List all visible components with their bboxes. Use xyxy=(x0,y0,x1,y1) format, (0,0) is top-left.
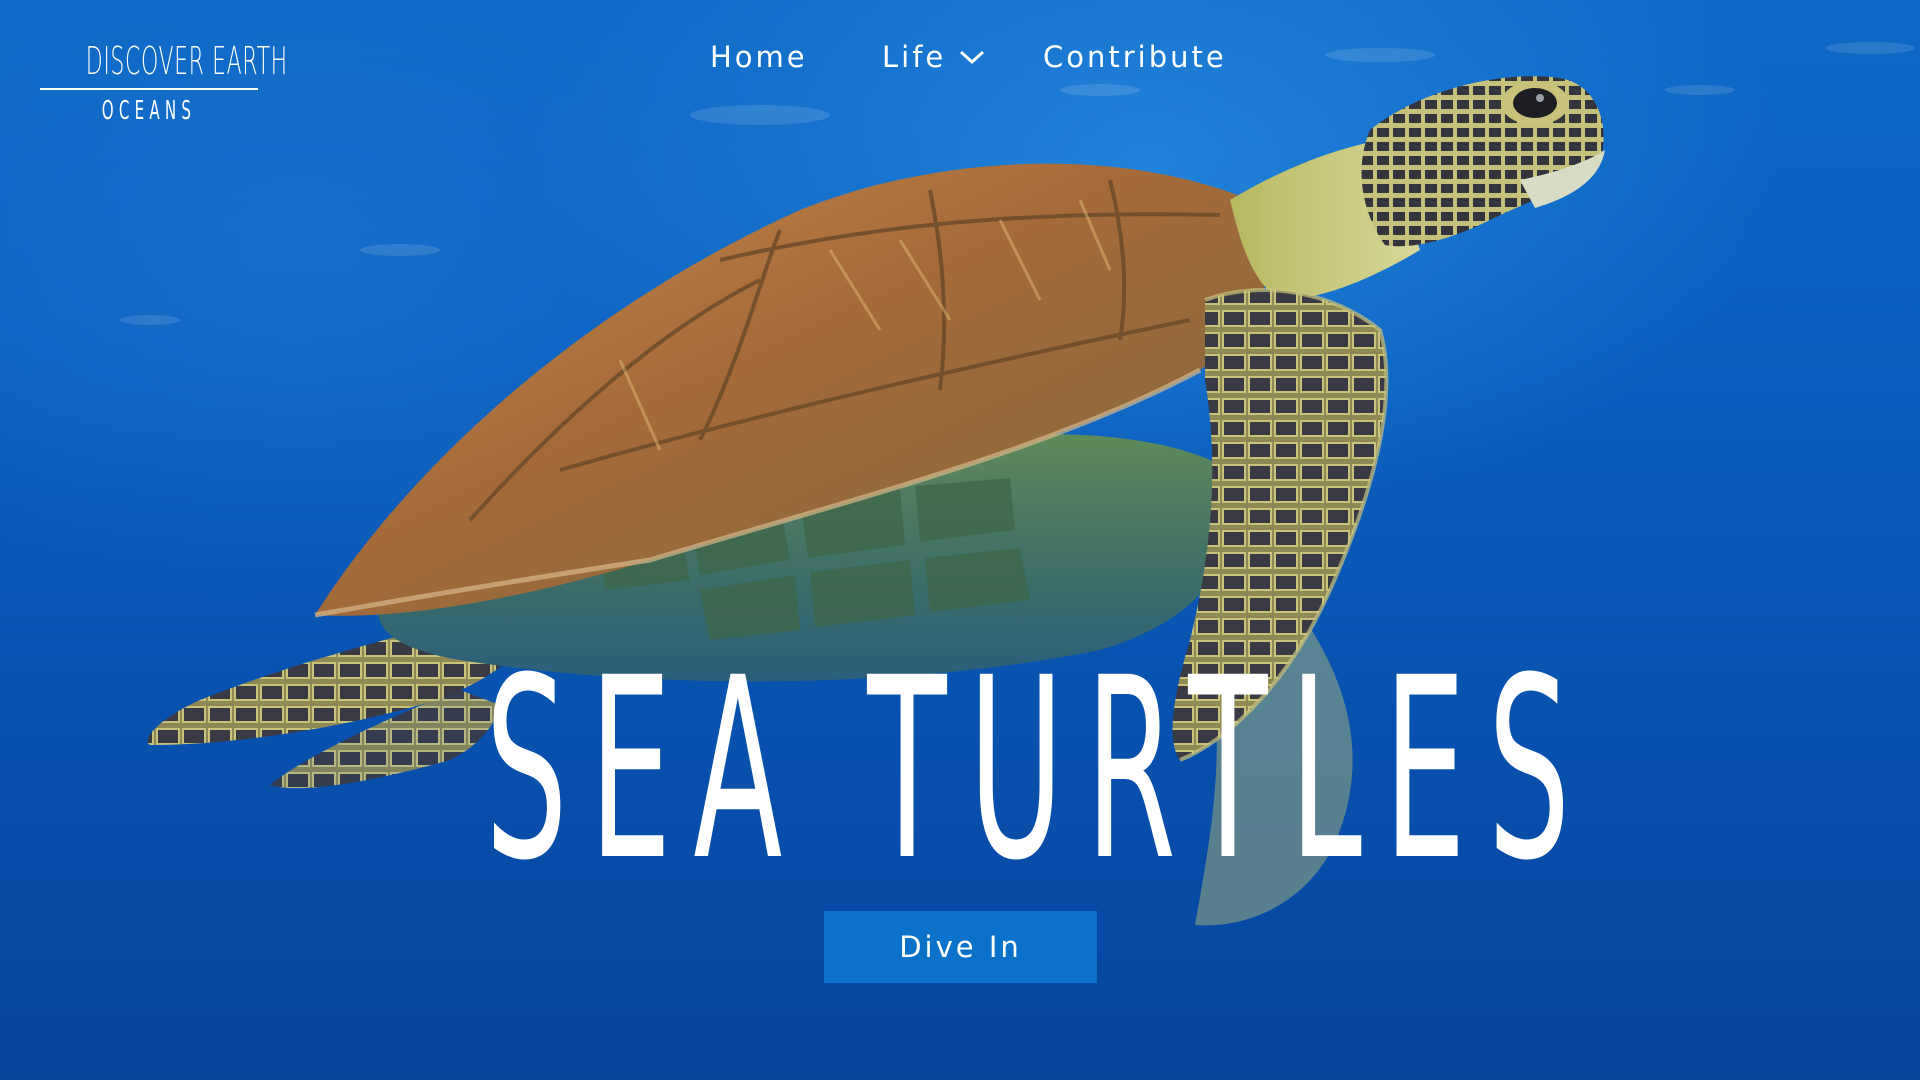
nav-item-life[interactable]: Life xyxy=(882,32,986,82)
main-nav: Home Life Contribute xyxy=(0,32,1920,82)
chevron-down-icon xyxy=(960,50,985,65)
dive-in-button[interactable]: Dive In xyxy=(824,911,1097,983)
logo-subtitle: OCEANS xyxy=(101,96,197,126)
nav-item-home-label: Home xyxy=(710,40,808,74)
nav-item-life-label: Life xyxy=(882,40,947,74)
hero-section: DISCOVER EARTH OCEANS Home Life Contribu… xyxy=(0,0,1920,1080)
nav-item-contribute-label: Contribute xyxy=(1043,40,1227,74)
hero-title: SEA TURTLES xyxy=(485,624,1593,915)
nav-item-contribute[interactable]: Contribute xyxy=(1043,32,1227,82)
nav-item-home[interactable]: Home xyxy=(710,32,808,82)
logo-divider xyxy=(40,88,258,90)
